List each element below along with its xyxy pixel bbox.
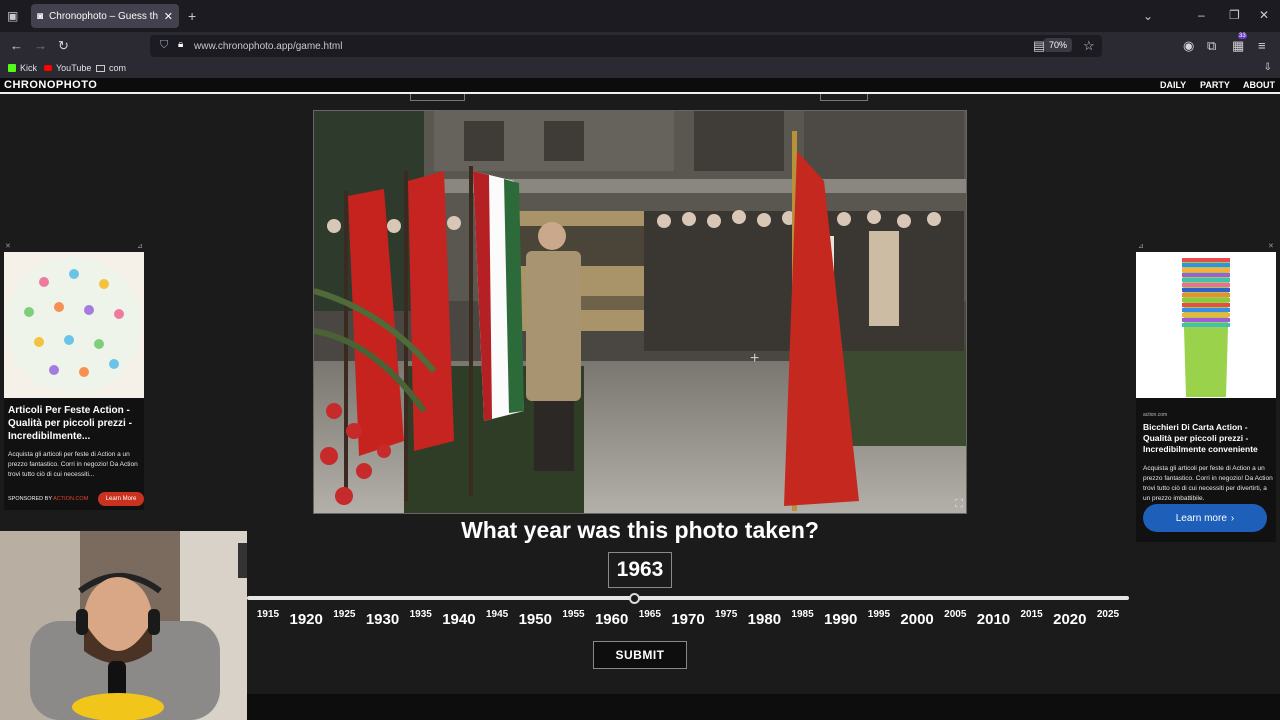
menu-icon[interactable]: ≡ — [1258, 38, 1266, 53]
nav-party[interactable]: PARTY — [1200, 80, 1230, 90]
year-tick-label: 2015 — [1020, 609, 1043, 620]
webcam-overlay — [0, 531, 247, 720]
left-ad-sponsored: SPONSORED BY ACTION.COM — [8, 496, 88, 502]
year-tick-label: 1955 — [562, 609, 585, 620]
right-ad-text: Acquista gli articoli per feste di Actio… — [1143, 465, 1273, 502]
left-ad-learn-more-button[interactable]: Learn More — [98, 492, 144, 506]
year-tick-label: 2000 — [900, 611, 934, 628]
bottom-strip — [247, 694, 1280, 720]
url-text[interactable]: www.chronophoto.app/game.html — [194, 41, 342, 52]
year-tick-label: 1930 — [365, 611, 400, 628]
addon-badge: 33 — [1238, 33, 1247, 39]
bookmark-label: Kick — [20, 63, 38, 73]
nav-about[interactable]: ABOUT — [1243, 80, 1275, 90]
year-tick-label: 1970 — [671, 611, 705, 628]
fullscreen-icon[interactable]: ⛶ — [955, 498, 963, 511]
shield-icon[interactable]: ⛉ — [160, 39, 168, 52]
extension-icon[interactable]: ◉ — [1183, 38, 1194, 54]
learn-more-label: Learn more — [1175, 512, 1227, 524]
new-tab-icon[interactable]: + — [188, 8, 196, 24]
close-tab-icon[interactable]: ✕ — [164, 10, 173, 23]
bookmark-star-icon[interactable]: ☆ — [1083, 38, 1095, 54]
ad-info-icon[interactable]: ⊿ — [1138, 242, 1144, 250]
minimize-icon[interactable]: – — [1198, 8, 1205, 22]
nav-daily[interactable]: DAILY — [1160, 80, 1186, 90]
browser-tab[interactable]: ◙ Chronophoto – Guess the Year ✕ — [31, 4, 179, 28]
extensions-puzzle-icon[interactable]: ⧉ — [1207, 38, 1216, 54]
reload-icon[interactable]: ↻ — [58, 38, 69, 54]
browser-nav-bar: ← → ↻ ⛉ 🔒︎ www.chronophoto.app/game.html… — [0, 32, 1280, 60]
camera-favicon-icon: ◙ — [37, 10, 44, 22]
tab-overflow-chevron-icon[interactable]: ⌄ — [1143, 9, 1153, 23]
back-icon[interactable]: ← — [10, 38, 23, 53]
addon-icon[interactable]: ▦ 33 — [1232, 33, 1247, 54]
year-tick-labels: 1915 1920 1925 1930 1935 1940 1945 1950 1955 1960… — [247, 603, 1129, 639]
year-tick-label: 1965 — [638, 609, 661, 620]
year-tick-label: 1925 — [333, 609, 356, 620]
left-ad-title[interactable]: Articoli Per Feste Action - Qualità per … — [8, 404, 142, 443]
right-ad-title[interactable]: Bicchieri Di Carta Action - Qualità per … — [1143, 422, 1273, 455]
chevron-right-icon: › — [1230, 512, 1235, 524]
year-tick-label: 2010 — [976, 611, 1011, 628]
bookmark-kick[interactable]: Kick — [8, 63, 37, 73]
tab-title: Chronophoto – Guess the Year — [49, 10, 158, 22]
left-ad-text: Acquista gli articoli per feste di Actio… — [8, 451, 138, 478]
restore-icon[interactable]: ❐ — [1229, 8, 1240, 22]
year-tick-label: 1920 — [289, 611, 323, 628]
year-tick-label: 2025 — [1096, 609, 1120, 620]
year-tick-label: 1980 — [747, 611, 782, 628]
ad-close-icon[interactable]: ✕ — [5, 242, 11, 250]
left-ad[interactable]: Articoli Per Feste Action - Qualità per … — [4, 252, 144, 510]
bookmark-com[interactable]: com — [96, 63, 126, 73]
year-tick-label: 1935 — [409, 609, 432, 620]
lock-icon[interactable]: 🔒︎ — [178, 39, 183, 50]
forward-icon[interactable]: → — [34, 38, 47, 53]
tab-list-icon[interactable]: ▣ — [7, 9, 18, 23]
bookmark-youtube[interactable]: YouTube — [44, 63, 91, 73]
browser-tab-bar: ▣ ◙ Chronophoto – Guess the Year ✕ + ⌄ –… — [0, 0, 1280, 32]
right-ad-source: action.com — [1143, 412, 1168, 418]
crosshair-cursor-icon: + — [750, 350, 760, 367]
year-tick-label: 1950 — [518, 611, 552, 628]
close-window-icon[interactable]: ✕ — [1259, 8, 1269, 22]
site-logo[interactable]: CHRONOPHOTO — [4, 79, 97, 91]
year-tick-label: 1915 — [256, 609, 280, 620]
url-bar[interactable]: ⛉ 🔒︎ www.chronophoto.app/game.html — [150, 35, 1102, 57]
right-ad-learn-more-button[interactable]: Learn more › — [1143, 504, 1267, 532]
submit-button[interactable]: SUBMIT — [593, 641, 687, 669]
youtube-icon — [44, 65, 52, 71]
year-tick-label: 1985 — [791, 609, 814, 620]
year-tick-label: 1995 — [867, 609, 891, 620]
year-tick-label: 2005 — [944, 609, 967, 620]
paper-cups-image — [1136, 252, 1276, 398]
game-photo: ⛶ — [313, 110, 967, 514]
streamer-webcam-image — [0, 531, 247, 720]
year-tick-label: 2020 — [1053, 611, 1087, 628]
photo-illustration — [314, 111, 966, 513]
round-indicator — [410, 94, 870, 102]
folder-icon — [96, 64, 105, 72]
zoom-level[interactable]: 70% — [1043, 38, 1072, 52]
bookmark-label: com — [109, 63, 127, 73]
year-slider-track[interactable] — [247, 596, 1129, 600]
year-tick-label: 1940 — [442, 611, 476, 628]
ad-close-icon[interactable]: ✕ — [1268, 242, 1274, 250]
question-heading: What year was this photo taken? — [461, 517, 819, 543]
party-plate-image — [4, 252, 144, 398]
year-tick-label: 1945 — [485, 609, 509, 620]
sponsored-label: SPONSORED BY — [8, 496, 52, 502]
ad-info-icon[interactable]: ⊿ — [137, 242, 143, 250]
sponsor-name[interactable]: ACTION.COM — [53, 496, 88, 502]
year-tick-label: 1960 — [594, 611, 629, 628]
year-tick-label: 1990 — [824, 611, 858, 628]
right-ad[interactable]: action.com Bicchieri Di Carta Action - Q… — [1136, 252, 1276, 542]
year-tick-label: 1975 — [715, 609, 738, 620]
kick-icon — [8, 64, 16, 72]
year-display: 1963 — [608, 552, 672, 588]
site-header: CHRONOPHOTO DAILY PARTY ABOUT — [0, 78, 1280, 94]
bookmarks-bar: Kick YouTube com ⇩ — [0, 60, 1280, 78]
other-bookmarks-icon[interactable]: ⇩ — [1264, 62, 1272, 73]
bookmark-label: YouTube — [56, 63, 92, 73]
